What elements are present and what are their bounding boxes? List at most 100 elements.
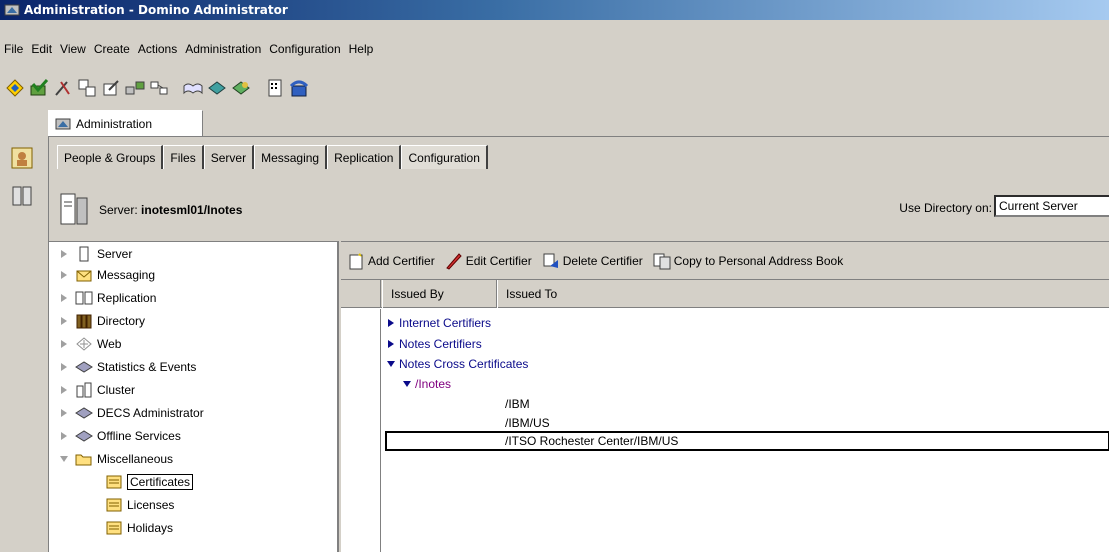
doc-tab-label: Administration [76,116,153,131]
expand-triangle-icon[interactable] [59,339,69,349]
window-title: Administration - Domino Administrator [24,3,288,17]
tab-administration-window[interactable]: Administration [48,110,203,136]
menu-bar: File Edit View Create Actions Administra… [0,40,377,58]
tab-configuration[interactable]: Configuration [401,145,488,169]
use-directory-label: Use Directory on: [899,201,992,215]
view-icon [106,475,122,489]
collapse-triangle-icon[interactable] [403,380,411,388]
stack-icon [75,361,93,373]
collapse-triangle-icon[interactable] [387,360,395,368]
delete-certifier-button[interactable]: Delete Certifier [542,252,643,270]
tab-files[interactable]: Files [163,145,204,169]
action-bar: Add Certifier Edit Certifier Delete Cert… [341,242,1109,280]
expand-triangle-icon[interactable] [59,385,69,395]
menu-actions[interactable]: Actions [134,42,181,56]
directory-icon[interactable] [76,77,98,99]
tab-server[interactable]: Server [203,145,255,169]
edit-doc-icon[interactable] [100,77,122,99]
nav-item-web[interactable]: Web [59,334,121,354]
expand-triangle-icon[interactable] [387,340,395,348]
expand-triangle-icon[interactable] [387,319,395,327]
nav-item-statistics-events[interactable]: Statistics & Events [59,357,196,377]
expand-triangle-icon[interactable] [59,431,69,441]
nav-item-licenses[interactable]: Licenses [105,495,174,515]
nav-item-server[interactable]: Server [59,244,132,264]
column-issued-by[interactable]: Issued By [382,280,497,308]
server-bar: Server: inotesml01/Inotes Use Directory … [49,181,1109,239]
list-item[interactable]: /IBM [505,394,530,414]
book-sparkle-icon[interactable] [206,77,228,99]
subcategory-inotes[interactable]: /Inotes [403,374,451,394]
admin-workspace: People & Groups Files Server Messaging R… [48,136,1109,552]
menu-view[interactable]: View [56,42,90,56]
pencil-icon [445,252,462,270]
copy-to-pab-button[interactable]: Copy to Personal Address Book [653,252,843,270]
navigator-tree: Server Messaging Replication Directory W… [49,241,339,552]
server-name: inotesml01/Inotes [141,203,243,217]
nav-item-miscellaneous[interactable]: Miscellaneous [59,449,173,469]
menu-help[interactable]: Help [345,42,378,56]
tab-replication[interactable]: Replication [327,145,402,169]
add-certifier-button[interactable]: Add Certifier [347,252,435,270]
mail-check-icon[interactable] [28,77,50,99]
category-notes-certifiers[interactable]: Notes Certifiers [387,334,482,354]
view-icon [106,521,122,535]
web-icon [76,337,92,351]
directory-select[interactable]: Current Server [994,195,1109,217]
cluster-icon [76,382,92,398]
category-internet-certifiers[interactable]: Internet Certifiers [387,313,491,333]
server-icon [60,193,88,225]
expand-triangle-icon[interactable] [59,270,69,280]
expand-triangle-icon[interactable] [59,362,69,372]
menu-administration[interactable]: Administration [181,42,265,56]
nav-item-messaging[interactable]: Messaging [59,265,155,285]
nav-item-decs[interactable]: DECS Administrator [59,403,204,423]
list-item[interactable]: /IBM/US [505,413,550,433]
open-book-icon[interactable] [182,77,204,99]
expand-triangle-icon[interactable] [59,408,69,418]
keypad-icon[interactable] [264,77,286,99]
menu-create[interactable]: Create [90,42,134,56]
tab-messaging[interactable]: Messaging [254,145,328,169]
person-bookmark-icon[interactable] [10,146,34,170]
stack-icon [75,430,93,442]
network-icon[interactable] [124,77,146,99]
view-icon [106,498,122,512]
diamond-icon[interactable] [4,77,26,99]
server-label: Server: inotesml01/Inotes [99,203,243,217]
book-bookmark-icon[interactable] [10,184,34,208]
replica-icon[interactable] [148,77,170,99]
collapse-triangle-icon[interactable] [59,454,69,464]
delete-doc-icon [543,253,558,268]
expand-triangle-icon[interactable] [59,249,69,259]
nav-item-directory[interactable]: Directory [59,311,145,331]
edit-certifier-button[interactable]: Edit Certifier [445,252,532,270]
expand-triangle-icon[interactable] [59,316,69,326]
nav-item-certificates[interactable]: Certificates [105,472,194,492]
column-issued-to[interactable]: Issued To [497,280,1109,308]
selection-margin [341,280,381,308]
tab-people-groups[interactable]: People & Groups [57,145,164,169]
book-key-icon[interactable] [230,77,252,99]
menu-edit[interactable]: Edit [27,42,56,56]
expand-triangle-icon[interactable] [59,293,69,303]
title-bar: Administration - Domino Administrator [0,0,1109,20]
nav-item-offline-services[interactable]: Offline Services [59,426,181,446]
directory-books-icon [76,314,92,329]
bookmark-bar [0,138,48,552]
selection-margin [341,309,381,552]
domino-app-icon [4,4,20,16]
tools-icon[interactable] [52,77,74,99]
phone-icon[interactable] [288,77,310,99]
category-notes-cross-certificates[interactable]: Notes Cross Certificates [387,354,528,374]
admin-icon [55,118,71,129]
nav-item-holidays[interactable]: Holidays [105,518,173,538]
nav-item-replication[interactable]: Replication [59,288,156,308]
nav-item-cluster[interactable]: Cluster [59,380,135,400]
server-icon [79,246,89,262]
open-folder-icon [75,454,92,466]
menu-configuration[interactable]: Configuration [265,42,344,56]
view-rows: Internet Certifiers Notes Certifiers Not… [341,309,1109,552]
menu-file[interactable]: File [0,42,27,56]
list-item-selected[interactable]: /ITSO Rochester Center/IBM/US [385,431,1109,451]
